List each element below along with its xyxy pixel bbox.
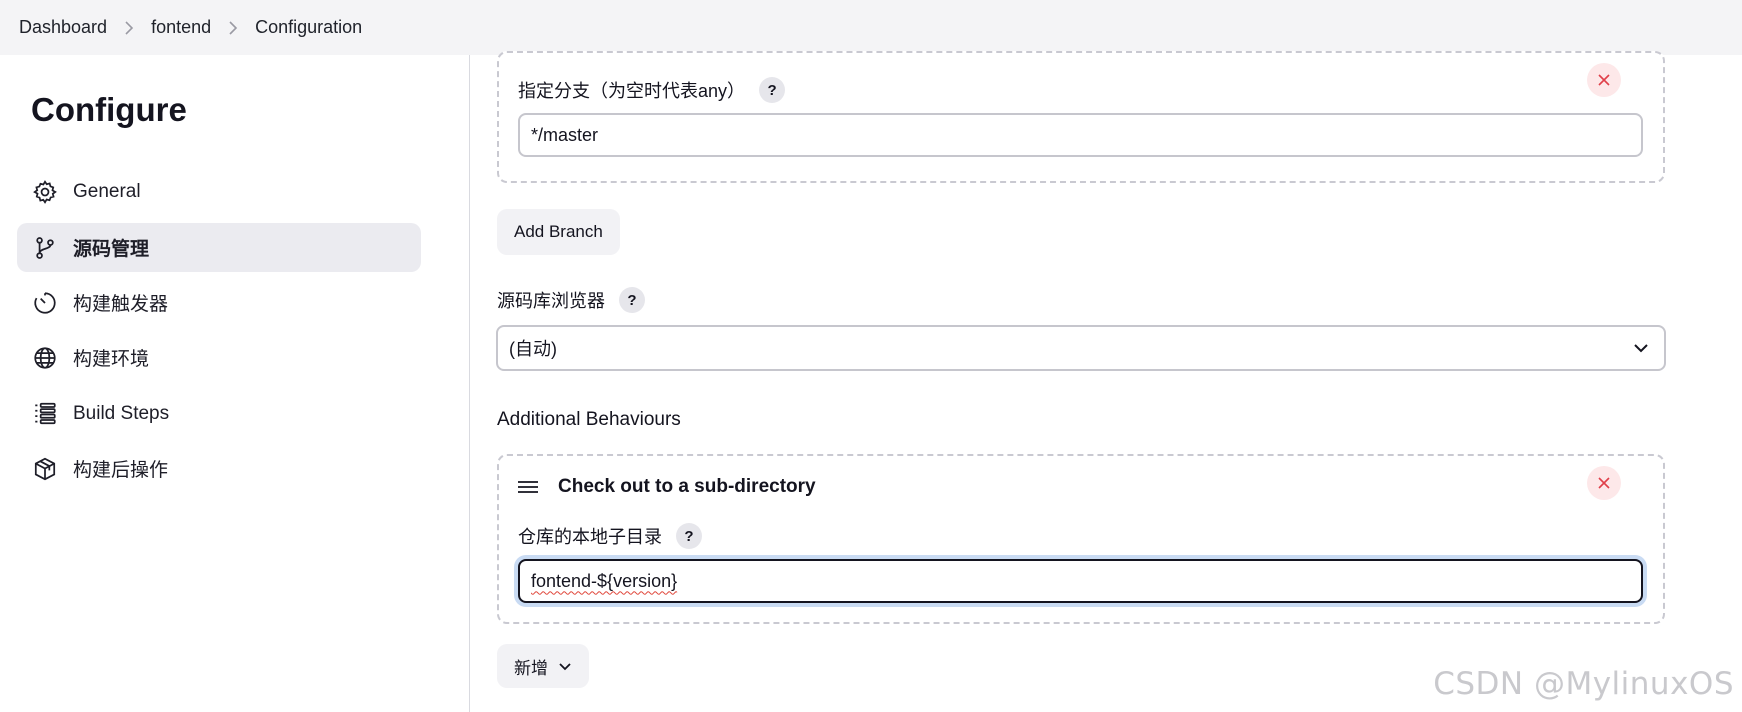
gear-icon: [31, 178, 59, 206]
branch-icon: [31, 234, 59, 262]
main-content: 指定分支（为空时代表any） ? */master Add Branch 源码库…: [471, 51, 1742, 712]
remove-branch-button[interactable]: [1587, 63, 1621, 97]
branch-label-text: 指定分支（为空时代表any）: [518, 81, 746, 101]
additional-behaviours-heading: Additional Behaviours: [497, 409, 681, 430]
chevron-down-icon: [1632, 339, 1650, 362]
list-icon: [31, 400, 59, 428]
package-icon: [31, 455, 59, 483]
clock-icon: [31, 289, 59, 317]
sidebar: Configure General 源码管理 构建触发器 构建环境 Build …: [0, 55, 470, 712]
breadcrumb: Dashboard fontend Configuration: [0, 0, 1742, 55]
subdir-value: fontend-${version}: [531, 570, 678, 591]
breadcrumb-project[interactable]: fontend: [151, 17, 211, 38]
sidebar-item-post-build[interactable]: 构建后操作: [17, 444, 421, 493]
help-icon[interactable]: ?: [759, 77, 786, 103]
drag-handle-icon[interactable]: [517, 479, 539, 495]
sidebar-item-general[interactable]: General: [17, 167, 421, 216]
close-icon: [1598, 477, 1610, 489]
sidebar-item-label: General: [73, 180, 141, 202]
repo-browser-selected: (自动): [509, 339, 557, 359]
sidebar-item-build-steps[interactable]: Build Steps: [17, 389, 421, 438]
watermark: CSDN @MylinuxOS: [1433, 666, 1734, 702]
chevron-right-icon: [107, 18, 151, 38]
close-icon: [1598, 74, 1610, 86]
add-behaviour-label: 新增: [514, 658, 548, 678]
sidebar-item-environment[interactable]: 构建环境: [17, 333, 421, 382]
breadcrumb-dashboard[interactable]: Dashboard: [19, 17, 107, 38]
repo-browser-select[interactable]: (自动): [496, 325, 1666, 371]
repo-browser-label-text: 源码库浏览器: [497, 291, 605, 311]
add-behaviour-dropdown-button[interactable]: 新增: [497, 644, 589, 688]
branch-value: */master: [531, 124, 599, 145]
behaviour-title: Check out to a sub-directory: [558, 476, 816, 497]
sidebar-item-label: Build Steps: [73, 402, 170, 424]
breadcrumb-configuration[interactable]: Configuration: [255, 17, 362, 38]
sidebar-item-label: 源码管理: [73, 239, 150, 260]
sidebar-title: Configure: [31, 91, 187, 128]
branch-specifier-input[interactable]: */master: [518, 113, 1643, 157]
sidebar-item-label: 构建后操作: [73, 460, 169, 481]
chevron-down-icon: [558, 659, 572, 673]
subdir-input[interactable]: fontend-${version}: [518, 559, 1643, 603]
sidebar-item-label: 构建触发器: [73, 294, 169, 315]
sidebar-item-triggers[interactable]: 构建触发器: [17, 278, 421, 327]
repo-browser-label: 源码库浏览器 ?: [497, 287, 645, 313]
subdir-field-label: 仓库的本地子目录 ?: [518, 523, 702, 549]
remove-behaviour-button[interactable]: [1587, 466, 1621, 500]
sidebar-item-scm[interactable]: 源码管理: [17, 223, 421, 272]
help-icon[interactable]: ?: [676, 523, 702, 549]
behaviour-header: Check out to a sub-directory: [517, 476, 816, 498]
branch-field-label: 指定分支（为空时代表any） ?: [518, 77, 786, 103]
behaviour-box: Check out to a sub-directory 仓库的本地子目录 ? …: [497, 454, 1665, 624]
subdir-label-text: 仓库的本地子目录: [518, 527, 662, 547]
sidebar-item-label: 构建环境: [73, 349, 150, 370]
add-branch-button[interactable]: Add Branch: [497, 209, 620, 255]
chevron-right-icon: [211, 18, 255, 38]
globe-icon: [31, 344, 59, 372]
branch-spec-box: 指定分支（为空时代表any） ? */master: [497, 51, 1665, 183]
help-icon[interactable]: ?: [619, 287, 645, 313]
